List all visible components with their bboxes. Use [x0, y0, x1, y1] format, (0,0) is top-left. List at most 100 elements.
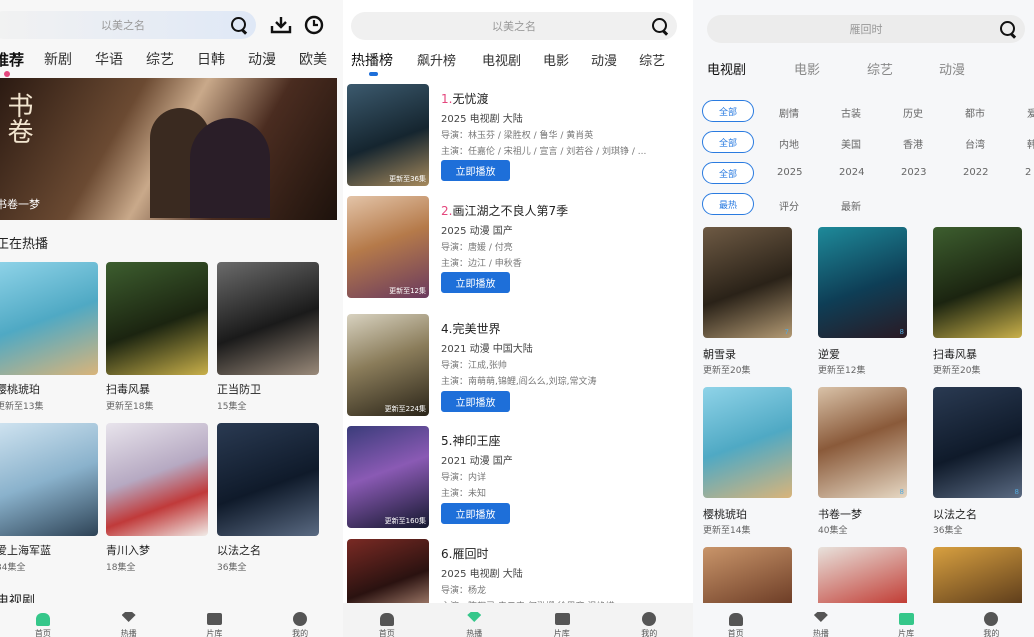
history-icon[interactable]: [304, 15, 324, 35]
search-bar[interactable]: 以美之名: [351, 12, 677, 40]
nav-hot-icon[interactable]: 热播: [120, 609, 138, 637]
poster-item[interactable]: [106, 262, 208, 375]
rank-item[interactable]: 更新至12集 2.画江湖之不良人第7季 2025 动漫 国产 导演：唐媛 / 付…: [343, 196, 693, 301]
tab-indicator: [369, 72, 378, 76]
tab-anime[interactable]: 动漫: [591, 50, 617, 70]
category-tv[interactable]: 电视剧: [707, 59, 746, 78]
home-panel: 以美之名 推荐 新剧 华语 综艺 日韩 动漫 欧美 书卷 书卷一梦 正在热播 樱…: [0, 0, 343, 637]
filter-option[interactable]: 剧情: [779, 105, 799, 120]
banner-image[interactable]: 书卷 书卷一梦: [0, 78, 337, 220]
nav-library-icon[interactable]: 片库: [205, 609, 223, 637]
poster-item[interactable]: [0, 262, 98, 375]
filter-option[interactable]: 最新: [841, 198, 861, 213]
nav-library-icon[interactable]: 片库: [553, 609, 571, 637]
poster-item[interactable]: [818, 547, 907, 607]
filter-option[interactable]: 爱: [1027, 105, 1034, 120]
rank-title: 5.神印王座: [441, 432, 500, 449]
poster-item[interactable]: [703, 387, 792, 498]
filter-option[interactable]: 2025: [777, 167, 802, 178]
rank-item[interactable]: 更新至160集 5.神印王座 2021 动漫 国产 导演：内详 主演：未知 立即…: [343, 426, 693, 531]
nav-profile-icon[interactable]: 我的: [640, 609, 658, 637]
tab-variety[interactable]: 综艺: [146, 49, 174, 70]
filter-option[interactable]: 古装: [841, 105, 861, 120]
poster-item[interactable]: [106, 423, 208, 536]
rank-item[interactable]: 更新至224集 4.完美世界 2021 动漫 中国大陆 导演：江成,张帅 主演：…: [343, 314, 693, 419]
nav-hot-icon[interactable]: 热播: [465, 609, 483, 637]
item-status: 15集全: [217, 402, 247, 412]
search-icon[interactable]: [651, 17, 669, 35]
play-button[interactable]: 立即播放: [441, 160, 510, 181]
rank-poster[interactable]: 更新至224集: [347, 314, 429, 416]
filter-option[interactable]: 美国: [841, 136, 861, 151]
filter-chip-genre[interactable]: 全部: [702, 100, 754, 122]
tab-jpkr[interactable]: 日韩: [197, 49, 225, 70]
category-movie[interactable]: 电影: [794, 59, 820, 78]
tab-western[interactable]: 欧美: [299, 49, 327, 70]
filter-option[interactable]: 香港: [903, 136, 923, 151]
filter-chip-year[interactable]: 全部: [702, 162, 754, 184]
episode-badge: 更新至12集: [389, 287, 426, 295]
search-icon[interactable]: [230, 16, 248, 34]
poster-item[interactable]: 8: [933, 387, 1022, 498]
rank-poster[interactable]: 更新至36集: [347, 84, 429, 186]
poster-item[interactable]: [0, 423, 98, 536]
rank-meta: 2025 电视剧 大陆: [441, 114, 523, 125]
tab-hot-rank[interactable]: 热播榜: [351, 50, 393, 70]
rating-badge: 8: [899, 328, 904, 336]
play-button[interactable]: 立即播放: [441, 272, 510, 293]
tab-chinese[interactable]: 华语: [95, 49, 123, 70]
nav-home-icon[interactable]: 首页: [378, 609, 396, 637]
poster-item[interactable]: [933, 547, 1022, 607]
nav-library-icon[interactable]: 片库: [897, 609, 915, 637]
nav-profile-icon[interactable]: 我的: [291, 609, 309, 637]
filter-option[interactable]: 韩: [1027, 136, 1034, 151]
item-status: 更新至14集: [703, 526, 751, 536]
filter-option[interactable]: 台湾: [965, 136, 985, 151]
filter-option[interactable]: 2023: [901, 167, 926, 178]
tab-movie[interactable]: 电影: [543, 50, 569, 70]
poster-item[interactable]: [933, 227, 1022, 338]
filter-option[interactable]: 内地: [779, 136, 799, 151]
play-button[interactable]: 立即播放: [441, 391, 510, 412]
poster-item[interactable]: [703, 547, 792, 607]
filter-chip-region[interactable]: 全部: [702, 131, 754, 153]
filter-option[interactable]: 2024: [839, 167, 864, 178]
nav-label: 首页: [34, 629, 51, 637]
section-title-hot: 正在热播: [0, 237, 49, 252]
poster-item[interactable]: [217, 423, 319, 536]
tab-recommend[interactable]: 推荐: [0, 49, 24, 70]
filter-option[interactable]: 评分: [779, 198, 799, 213]
poster-item[interactable]: 8: [818, 227, 907, 338]
nav-home-icon[interactable]: 首页: [34, 609, 52, 637]
search-bar[interactable]: 以美之名: [0, 11, 256, 39]
filter-option[interactable]: 2: [1025, 167, 1031, 178]
tab-anime[interactable]: 动漫: [248, 49, 276, 70]
nav-home-icon[interactable]: 首页: [727, 609, 745, 637]
rank-poster[interactable]: 更新至12集: [347, 196, 429, 298]
filter-option[interactable]: 2022: [963, 167, 988, 178]
tab-new[interactable]: 新剧: [44, 49, 72, 70]
poster-item[interactable]: 8: [818, 387, 907, 498]
filter-option[interactable]: 历史: [903, 105, 923, 120]
poster-item[interactable]: [217, 262, 319, 375]
tab-variety[interactable]: 综艺: [639, 50, 665, 70]
filter-option[interactable]: 都市: [965, 105, 985, 120]
tab-tv[interactable]: 电视剧: [482, 50, 521, 70]
category-anime[interactable]: 动漫: [939, 59, 965, 78]
rank-director: 导演：内详: [441, 473, 487, 483]
ranking-panel: 以美之名 热播榜 飙升榜 电视剧 电影 动漫 综艺 更新至36集 1.无忧渡 2…: [343, 0, 693, 637]
play-button[interactable]: 立即播放: [441, 503, 510, 524]
rank-poster[interactable]: 更新至160集: [347, 426, 429, 528]
category-variety[interactable]: 综艺: [867, 59, 893, 78]
rank-item[interactable]: 更新至36集 1.无忧渡 2025 电视剧 大陆 导演：林玉芬 / 梁胜权 / …: [343, 84, 693, 189]
tab-rising-rank[interactable]: 飙升榜: [417, 50, 456, 70]
item-status: 36集全: [933, 526, 963, 536]
search-icon[interactable]: [999, 20, 1017, 38]
library-panel: 雁回时 电视剧 电影 综艺 动漫 全部 剧情 古装 历史 都市 爱 全部 内地 …: [693, 0, 1034, 637]
poster-item[interactable]: 7: [703, 227, 792, 338]
search-bar[interactable]: 雁回时: [707, 15, 1025, 43]
nav-profile-icon[interactable]: 我的: [982, 609, 1000, 637]
download-icon[interactable]: [270, 15, 292, 35]
filter-chip-sort[interactable]: 最热: [702, 193, 754, 215]
nav-hot-icon[interactable]: 热播: [812, 609, 830, 637]
